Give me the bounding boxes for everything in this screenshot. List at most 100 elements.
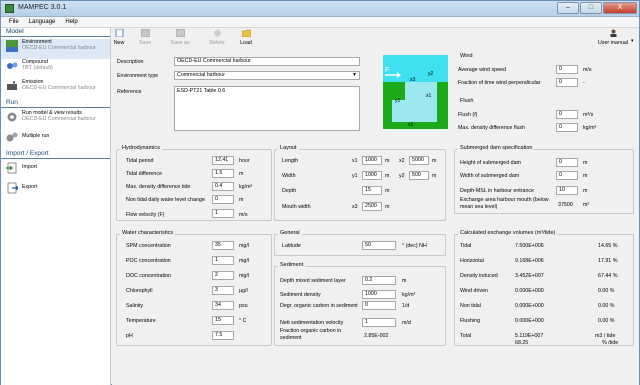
spm-unit: mg/l xyxy=(239,243,250,249)
flow-velocity-input[interactable]: 1 xyxy=(212,209,234,218)
menu-help[interactable]: Help xyxy=(65,17,77,27)
menu-file[interactable]: File xyxy=(9,17,19,27)
exchange-total-unit: m3 / tide xyxy=(595,333,616,339)
dam-width-input[interactable]: 0 xyxy=(556,171,578,180)
sidebar-header-model: Model xyxy=(1,28,110,37)
sidebar-item-emission[interactable]: Emission OECD-EU Commercial harbour xyxy=(1,79,110,99)
close-button[interactable]: X xyxy=(603,2,637,14)
degradation-input[interactable]: 0 xyxy=(362,301,396,310)
doc-input[interactable]: 2 xyxy=(212,271,234,280)
window-title: MAMPEC 3.0.1 xyxy=(18,4,67,11)
main-window: MAMPEC 3.0.1 – □ X File Language Help Mo… xyxy=(0,0,640,385)
description-input[interactable]: OECD-EU Commercial harbour xyxy=(174,57,360,66)
sedimentation-velocity-input[interactable]: 1 xyxy=(362,318,396,327)
x1-input[interactable]: 1000 xyxy=(362,156,382,165)
sediment-density-input[interactable]: 1000 xyxy=(362,290,396,299)
sidebar-item-compound[interactable]: Compound TBT (default) xyxy=(1,59,110,79)
latitude-input[interactable]: 50 xyxy=(362,241,396,250)
sidebar-item-environment[interactable]: Environment OECD-EU Commercial harbour xyxy=(1,39,110,59)
wind-fraction-unit: - xyxy=(583,80,585,86)
x2-label: x2 xyxy=(399,158,405,164)
tidal-period-label: Tidal period xyxy=(126,158,154,164)
wind-speed-unit: m/s xyxy=(583,67,592,73)
export-icon xyxy=(7,182,18,194)
environment-type-select[interactable]: Commercial harbour ▼ xyxy=(174,71,360,80)
submerged-dam-group-title: Submerged dam specification xyxy=(458,145,535,151)
exchange-wind-value: 0.000E+000 xyxy=(515,288,544,294)
x3-input[interactable]: 2500 xyxy=(362,202,382,211)
y1-unit: m xyxy=(385,173,390,179)
salinity-label: Salinity xyxy=(126,303,144,309)
flush-density-label: Max. density difference flush xyxy=(458,125,526,131)
depth-msl-input[interactable]: 10 xyxy=(556,186,578,195)
dam-width-unit: m xyxy=(583,173,588,179)
tidal-period-input[interactable]: 12.41 xyxy=(212,156,234,165)
sidebar-item-multiple-run[interactable]: Multiple run xyxy=(1,130,110,150)
doc-label: DOC concentration xyxy=(126,273,172,279)
chlorophyll-input[interactable]: 3 xyxy=(212,286,234,295)
salinity-input[interactable]: 34 xyxy=(212,301,234,310)
menu-language[interactable]: Language xyxy=(29,17,56,27)
diagram-x3-label: x3 xyxy=(410,77,416,83)
sidebar-item-sub: OECD-EU Commercial harbour xyxy=(22,85,96,92)
new-button[interactable]: New xyxy=(113,28,125,46)
wind-speed-label: Average wind speed xyxy=(458,67,506,73)
spm-input[interactable]: 35 xyxy=(212,241,234,250)
temperature-input[interactable]: 15 xyxy=(212,316,234,325)
save-button[interactable]: Save xyxy=(139,28,151,46)
chevron-down-icon[interactable]: ▾ xyxy=(631,38,634,44)
flush-density-input[interactable]: 0 xyxy=(556,123,578,132)
sedimentation-velocity-unit: m/d xyxy=(402,320,411,326)
exchange-total-label: Total xyxy=(460,333,472,339)
tidal-difference-input[interactable]: 1.5 xyxy=(212,169,234,178)
y1-input[interactable]: 1000 xyxy=(362,171,382,180)
sidebar-item-run-model[interactable]: Run model & view results OECD-EU Commerci… xyxy=(1,110,110,130)
exchange-tidal-label: Tidal xyxy=(460,243,472,249)
sidebar-item-label: Import xyxy=(22,164,38,170)
gears-icon xyxy=(6,132,18,142)
dam-height-input[interactable]: 0 xyxy=(556,158,578,167)
poc-input[interactable]: 1 xyxy=(212,256,234,265)
width-label: Width xyxy=(282,173,296,179)
sidebar-item-sub: OECD-EU Commercial harbour xyxy=(22,116,96,123)
sidebar-item-export[interactable]: Export xyxy=(1,181,110,201)
wind-fraction-input[interactable]: 0 xyxy=(556,78,578,87)
toolbar: New Save Save as new Delete Load User ma… xyxy=(112,28,639,52)
exchange-nontidal-value: 0.000E+000 xyxy=(515,303,544,309)
x2-input[interactable]: 5000 xyxy=(409,156,429,165)
delete-icon xyxy=(213,29,221,37)
tidal-period-unit: hour xyxy=(239,158,250,164)
flush-input[interactable]: 0 xyxy=(556,110,578,119)
exchange-nontidal-pct: 0.00 % xyxy=(598,303,615,309)
load-button[interactable]: Load xyxy=(239,28,253,46)
exchange-density-label: Density induced xyxy=(460,273,498,279)
ph-input[interactable]: 7.5 xyxy=(212,331,234,340)
non-tidal-input[interactable]: 0 xyxy=(212,195,234,204)
exchange-tidal-value: 7.500E+006 xyxy=(515,243,544,249)
minimize-button[interactable]: – xyxy=(557,2,579,14)
depth-input[interactable]: 15 xyxy=(362,186,382,195)
diagram-y2-label: y2 xyxy=(428,71,434,77)
y2-input[interactable]: 500 xyxy=(409,171,429,180)
folder-icon xyxy=(241,29,251,38)
user-manual-button[interactable]: User manual xyxy=(596,28,630,46)
reference-textarea[interactable]: ESD-PT21 Table 0.6 xyxy=(174,86,360,131)
maximize-button[interactable]: □ xyxy=(580,2,602,14)
environment-type-label: Environment type xyxy=(117,73,159,79)
sidebar-header-import-export: Import / Export xyxy=(1,150,110,159)
y2-label: y2 xyxy=(399,173,405,179)
mixed-layer-input[interactable]: 0.2 xyxy=(362,276,396,285)
fraction-oc-value: 2.85E-002 xyxy=(364,333,389,339)
delete-button[interactable]: Delete xyxy=(208,28,226,46)
spm-label: SPM concentration xyxy=(126,243,171,249)
density-difference-label: Max. density difference tide xyxy=(126,184,191,190)
wind-speed-input[interactable]: 0 xyxy=(556,65,578,74)
density-difference-input[interactable]: 0.4 xyxy=(212,182,234,191)
flush-group-title: Flush xyxy=(458,98,476,104)
menu-bar: File Language Help xyxy=(1,17,639,28)
sidebar-item-import[interactable]: Import xyxy=(1,161,110,181)
exchange-horizontal-value: 9.168E+006 xyxy=(515,258,544,264)
flush-unit: m³/s xyxy=(583,112,594,118)
exchange-percent-value: 68.25 xyxy=(515,340,529,346)
degradation-label: Degr. organic carbon in sediment xyxy=(280,303,358,309)
